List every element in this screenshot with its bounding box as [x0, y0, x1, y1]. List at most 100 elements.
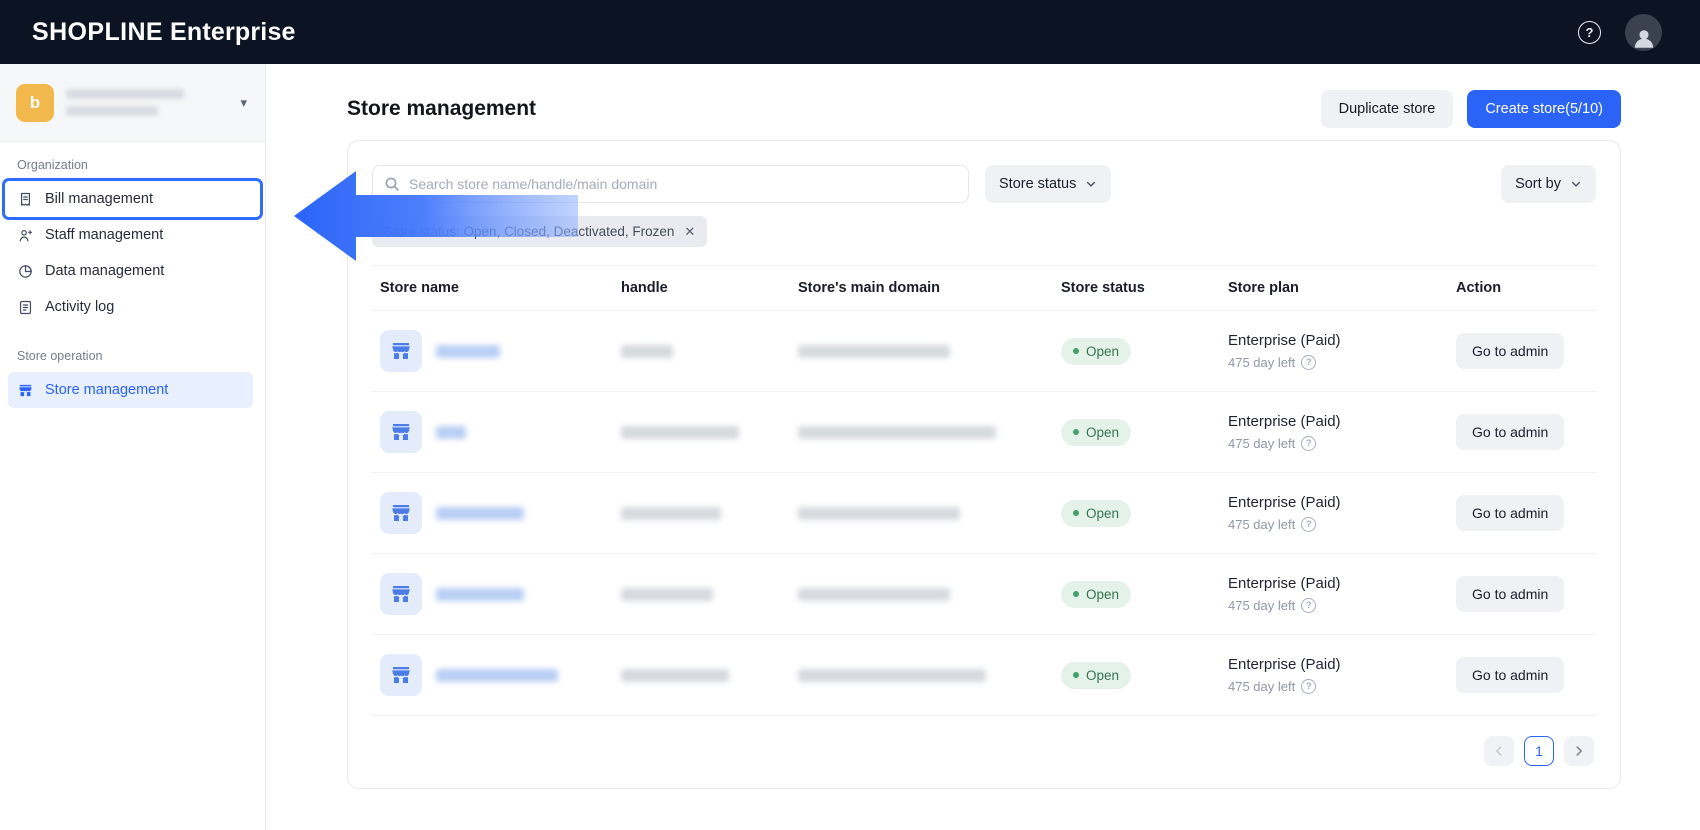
sidebar-item-activity-log[interactable]: Activity log [0, 289, 265, 325]
search-icon [384, 176, 400, 192]
go-to-admin-button[interactable]: Go to admin [1456, 333, 1564, 369]
bill-icon [17, 191, 34, 208]
brand-logo: SHOPLINE Enterprise [32, 18, 296, 47]
plan-days-left: 475 day left [1228, 355, 1295, 370]
store-avatar-icon [380, 330, 422, 372]
store-plan: Enterprise (Paid) [1228, 332, 1456, 349]
store-avatar-icon [380, 492, 422, 534]
status-dot-icon [1073, 591, 1079, 597]
sidebar-item-label: Bill management [45, 191, 153, 207]
store-plan: Enterprise (Paid) [1228, 575, 1456, 592]
col-header: Action [1456, 280, 1596, 296]
question-circle-icon[interactable]: ? [1301, 517, 1316, 532]
caret-down-icon[interactable]: ▾ [240, 95, 249, 111]
status-dot-icon [1073, 510, 1079, 516]
domain-redacted [798, 669, 986, 682]
status-badge: Open [1061, 581, 1131, 608]
sidebar-item-staff-management[interactable]: Staff management [0, 217, 265, 253]
close-icon[interactable]: ✕ [684, 225, 695, 238]
page-number[interactable]: 1 [1524, 736, 1554, 766]
col-header: Store status [1061, 280, 1228, 296]
store-name-redacted [436, 507, 524, 520]
sidebar: b ▾ Organization Bill management Staff man… [0, 64, 266, 830]
redacted-text [66, 89, 184, 99]
col-header: Store's main domain [798, 280, 1061, 296]
go-to-admin-button[interactable]: Go to admin [1456, 495, 1564, 531]
status-dot-icon [1073, 429, 1079, 435]
sidebar-item-label: Activity log [45, 299, 114, 315]
store-status-label: Store status [999, 176, 1076, 192]
go-to-admin-button[interactable]: Go to admin [1456, 414, 1564, 450]
org-avatar: b [16, 84, 54, 122]
store-plan: Enterprise (Paid) [1228, 656, 1456, 673]
status-badge: Open [1061, 338, 1131, 365]
brand-suffix: Enterprise [170, 18, 296, 47]
status-badge: Open [1061, 500, 1131, 527]
data-icon [17, 263, 34, 280]
go-to-admin-button[interactable]: Go to admin [1456, 657, 1564, 693]
handle-redacted [621, 588, 713, 601]
prev-page-button[interactable] [1484, 736, 1514, 766]
activity-icon [17, 299, 34, 316]
status-dot-icon [1073, 672, 1079, 678]
staff-icon [17, 227, 34, 244]
active-filter-chip: Store status: Open, Closed, Deactivated,… [372, 216, 707, 247]
status-label: Open [1086, 344, 1119, 359]
handle-redacted [621, 507, 721, 520]
col-header: Store name [380, 280, 621, 296]
chevron-down-icon [1570, 178, 1582, 190]
org-selector[interactable]: b ▾ [0, 64, 265, 142]
domain-redacted [798, 426, 996, 439]
store-avatar-icon [380, 573, 422, 615]
table-body: Open Enterprise (Paid) 475 day left ? Go… [372, 311, 1596, 716]
sidebar-nav: Organization Bill management Staff managem… [0, 142, 265, 408]
handle-redacted [621, 669, 729, 682]
sidebar-item-data-management[interactable]: Data management [0, 253, 265, 289]
store-name-redacted [436, 345, 500, 358]
store-icon [17, 382, 34, 399]
table-row: Open Enterprise (Paid) 475 day left ? Go… [372, 392, 1596, 473]
stores-table: Store name handle Store's main domain St… [372, 265, 1596, 716]
handle-redacted [621, 345, 673, 358]
user-avatar[interactable] [1625, 14, 1662, 51]
table-row: Open Enterprise (Paid) 475 day left ? Go… [372, 473, 1596, 554]
store-name-redacted [436, 588, 524, 601]
status-label: Open [1086, 506, 1119, 521]
next-page-button[interactable] [1564, 736, 1594, 766]
store-status-dropdown[interactable]: Store status [985, 165, 1111, 203]
go-to-admin-button[interactable]: Go to admin [1456, 576, 1564, 612]
plan-days-left: 475 day left [1228, 436, 1295, 451]
col-header: Store plan [1228, 280, 1456, 296]
status-label: Open [1086, 587, 1119, 602]
sort-by-dropdown[interactable]: Sort by [1501, 165, 1596, 203]
search-input[interactable] [372, 165, 969, 203]
chevron-left-icon [1492, 744, 1506, 758]
duplicate-store-button[interactable]: Duplicate store [1321, 90, 1454, 128]
question-circle-icon[interactable]: ? [1301, 436, 1316, 451]
store-plan: Enterprise (Paid) [1228, 494, 1456, 511]
help-icon[interactable]: ? [1578, 21, 1601, 44]
status-label: Open [1086, 425, 1119, 440]
section-label: Store operation [0, 349, 265, 363]
create-store-button[interactable]: Create store(5/10) [1467, 90, 1621, 128]
question-circle-icon[interactable]: ? [1301, 598, 1316, 613]
status-label: Open [1086, 668, 1119, 683]
status-badge: Open [1061, 419, 1131, 446]
store-name-redacted [436, 669, 558, 682]
question-circle-icon[interactable]: ? [1301, 679, 1316, 694]
filter-chip-label: Store status: Open, Closed, Deactivated,… [384, 224, 674, 239]
question-circle-icon[interactable]: ? [1301, 355, 1316, 370]
store-name-redacted [436, 426, 466, 439]
section-label: Organization [0, 158, 265, 172]
sidebar-item-label: Staff management [45, 227, 163, 243]
table-row: Open Enterprise (Paid) 475 day left ? Go… [372, 635, 1596, 716]
sidebar-item-bill-management[interactable]: Bill management [5, 181, 260, 217]
main-content: Store management Duplicate store Create … [266, 64, 1700, 830]
person-icon [1631, 25, 1657, 51]
pagination: 1 [372, 736, 1596, 772]
sidebar-item-store-management[interactable]: Store management [8, 372, 253, 408]
brand-name: SHOPLINE [32, 18, 163, 47]
status-badge: Open [1061, 662, 1131, 689]
plan-days-left: 475 day left [1228, 679, 1295, 694]
domain-redacted [798, 345, 950, 358]
